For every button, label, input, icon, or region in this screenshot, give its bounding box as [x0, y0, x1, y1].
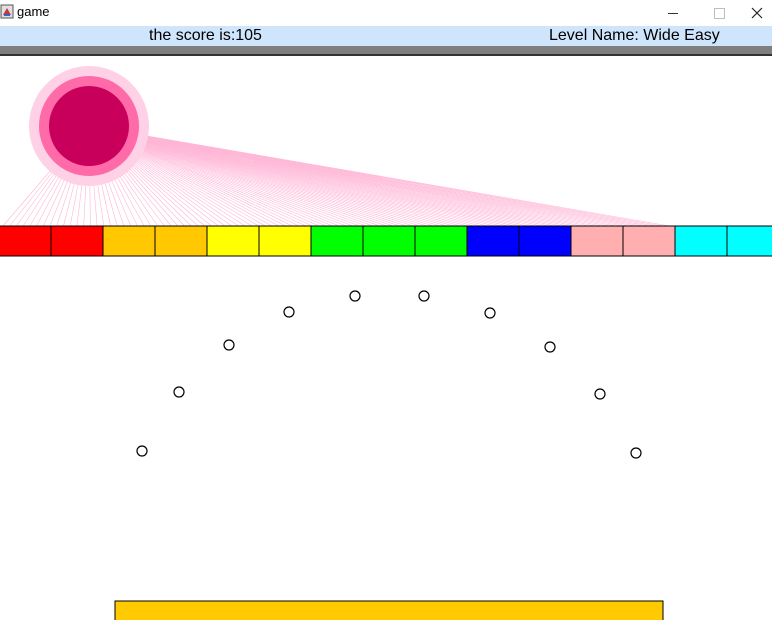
- sun: [29, 66, 149, 186]
- block: [674, 225, 728, 257]
- block: [102, 225, 156, 257]
- block: [362, 225, 416, 257]
- game-window: game the score is:105 Level Name: Wide E…: [0, 0, 772, 620]
- ball: [283, 306, 295, 318]
- game-canvas[interactable]: [0, 0, 772, 620]
- block-row: [0, 225, 772, 257]
- block: [0, 225, 52, 257]
- ball: [544, 341, 556, 353]
- block: [258, 225, 312, 257]
- block: [50, 225, 104, 257]
- block: [518, 225, 572, 257]
- block: [726, 225, 772, 257]
- block: [310, 225, 364, 257]
- ball: [418, 290, 430, 302]
- block: [570, 225, 624, 257]
- block: [414, 225, 468, 257]
- ball: [136, 445, 148, 457]
- block: [466, 225, 520, 257]
- block: [206, 225, 260, 257]
- sun-core: [49, 86, 129, 166]
- ball: [630, 447, 642, 459]
- block: [622, 225, 676, 257]
- paddle[interactable]: [114, 600, 664, 620]
- ball: [484, 307, 496, 319]
- block: [154, 225, 208, 257]
- ball: [349, 290, 361, 302]
- ball: [173, 386, 185, 398]
- ball: [594, 388, 606, 400]
- ball: [223, 339, 235, 351]
- balls: [136, 290, 642, 459]
